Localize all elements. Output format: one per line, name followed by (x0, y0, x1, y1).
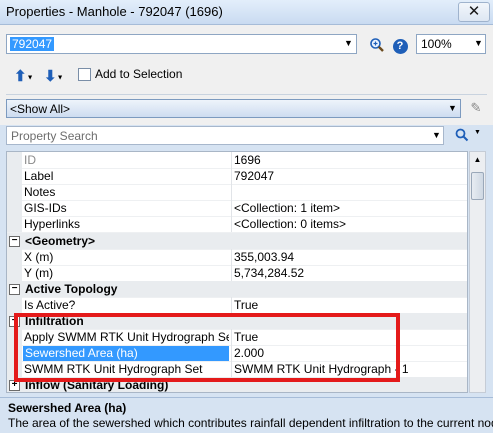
row-margin (7, 216, 22, 232)
chevron-down-icon[interactable]: ▼ (344, 38, 353, 48)
property-row[interactable]: X (m) 355,003.94 (7, 249, 467, 266)
annotation-highlight-box (14, 313, 400, 382)
chevron-down-icon: ▼ (56, 74, 64, 82)
property-name[interactable]: X (m) (24, 250, 229, 265)
property-value-cell[interactable]: True (231, 297, 467, 313)
property-value: True (234, 298, 259, 312)
row-margin (7, 152, 22, 168)
arrow-up-icon: ⬆ (14, 68, 27, 85)
property-row[interactable]: GIS-IDs <Collection: 1 item> (7, 200, 467, 217)
edit-filter-button[interactable]: ✎ (466, 100, 486, 118)
row-margin (7, 184, 22, 200)
property-value: <Collection: 0 items> (234, 217, 347, 231)
navigate-downstream-button[interactable]: ⬇▼ (44, 67, 70, 85)
property-name[interactable]: Is Active? (24, 298, 229, 313)
property-name[interactable]: Label (24, 169, 229, 184)
property-value-cell[interactable]: 355,003.94 (231, 249, 467, 265)
pencil-icon: ✎ (470, 100, 482, 115)
chevron-down-icon[interactable]: ▼ (448, 103, 457, 113)
zoom-level-combo[interactable]: 100% ▼ (416, 34, 486, 54)
property-search-input[interactable]: Property Search ▼ (6, 126, 444, 145)
category-label: <Geometry> (25, 234, 96, 248)
search-button[interactable]: ▼ (452, 126, 486, 145)
zoom-to-button[interactable] (367, 35, 387, 55)
property-value: 5,734,284.52 (234, 266, 305, 280)
add-to-selection-checkbox[interactable] (78, 68, 91, 81)
vertical-scrollbar[interactable]: ▲ (469, 151, 486, 393)
property-filter-combo[interactable]: <Show All> ▼ (6, 99, 461, 118)
property-row[interactable]: Y (m) 5,734,284.52 (7, 265, 467, 282)
chevron-down-icon[interactable]: ▼ (474, 38, 483, 48)
window-title: Properties - Manhole - 792047 (1696) (6, 4, 223, 19)
property-value-cell[interactable]: 5,734,284.52 (231, 265, 467, 281)
property-row[interactable]: Is Active? True (7, 297, 467, 314)
search-icon (455, 128, 469, 142)
search-placeholder: Property Search (11, 129, 98, 143)
property-row[interactable]: Label 792047 (7, 168, 467, 185)
property-value-cell[interactable]: 792047 (231, 168, 467, 184)
row-margin (7, 200, 22, 216)
property-value-cell[interactable]: <Collection: 0 items> (231, 216, 467, 232)
title-bar: Properties - Manhole - 792047 (1696) ✕ (0, 0, 493, 25)
add-to-selection-label[interactable]: Add to Selection (95, 67, 182, 81)
arrow-down-icon: ⬇ (44, 68, 57, 85)
property-value-cell[interactable]: <Collection: 1 item> (231, 200, 467, 216)
property-value-cell: 1696 (231, 152, 467, 168)
category-label: Active Topology (25, 282, 118, 296)
description-text: The area of the sewershed which contribu… (8, 416, 493, 430)
element-id-value: 792047 (10, 37, 55, 51)
row-margin (7, 297, 22, 313)
collapse-icon[interactable]: − (9, 236, 20, 247)
row-margin (7, 249, 22, 265)
property-value: <Collection: 1 item> (234, 201, 341, 215)
element-id-combo[interactable]: 792047 ▼ (6, 34, 357, 54)
close-button[interactable]: ✕ (458, 2, 490, 22)
close-icon: ✕ (467, 3, 481, 20)
navigate-upstream-button[interactable]: ⬆▼ (14, 67, 40, 85)
property-value: 792047 (234, 169, 275, 183)
zoom-icon (370, 38, 384, 52)
scroll-up-arrow-icon[interactable]: ▲ (470, 152, 485, 168)
property-value: 355,003.94 (234, 250, 295, 264)
property-name[interactable]: Y (m) (24, 266, 229, 281)
property-name[interactable]: GIS-IDs (24, 201, 229, 216)
collapse-icon[interactable]: − (9, 284, 20, 295)
scrollbar-thumb[interactable] (471, 172, 484, 200)
chevron-down-icon: ▼ (26, 74, 34, 82)
chevron-down-icon[interactable]: ▼ (432, 130, 441, 140)
description-title: Sewershed Area (ha) (8, 401, 127, 415)
property-row[interactable]: Notes (7, 184, 467, 201)
row-margin (7, 168, 22, 184)
chevron-down-icon: ▼ (474, 129, 481, 136)
description-pane: Sewershed Area (ha) The area of the sewe… (0, 397, 493, 433)
zoom-level-value: 100% (421, 37, 452, 51)
property-name[interactable]: Notes (24, 185, 229, 200)
property-value-cell[interactable] (231, 184, 467, 200)
property-value: 1696 (234, 153, 261, 167)
property-filter-value: <Show All> (10, 102, 71, 116)
property-row[interactable]: ID 1696 (7, 152, 467, 169)
property-name[interactable]: Hyperlinks (24, 217, 229, 232)
property-row[interactable]: Hyperlinks <Collection: 0 items> (7, 216, 467, 233)
category-row[interactable]: − <Geometry> (7, 233, 467, 250)
property-name[interactable]: ID (24, 153, 229, 168)
category-row[interactable]: − Active Topology (7, 281, 467, 298)
help-icon: ? (392, 39, 408, 54)
toolbar-divider (6, 94, 487, 95)
help-button[interactable]: ? (390, 35, 410, 55)
row-margin (7, 265, 22, 281)
